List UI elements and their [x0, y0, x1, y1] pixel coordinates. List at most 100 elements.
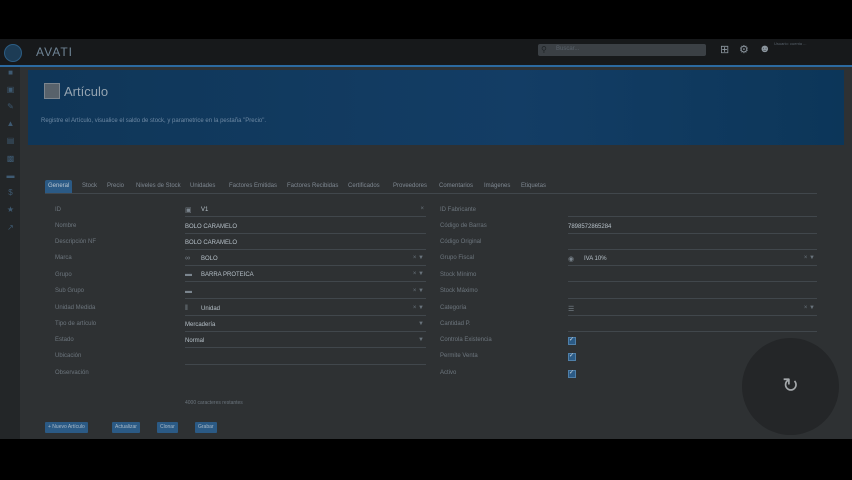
- estado-value: Normal: [185, 338, 205, 344]
- label-codigo-original: Código Original: [440, 239, 482, 245]
- chevron-down-icon[interactable]: × ▼: [413, 255, 424, 261]
- id-value: V1: [201, 207, 209, 213]
- new-article-button[interactable]: + Nuevo Artículo: [45, 422, 88, 433]
- label-activo: Activo: [440, 370, 457, 376]
- controla-existencia-checkbox[interactable]: [568, 336, 576, 345]
- chevron-down-icon[interactable]: ▼: [418, 321, 424, 327]
- user-info[interactable]: Usuario: cuenta ...: [774, 41, 806, 46]
- label-stock-maximo: Stock Máximo: [440, 288, 478, 294]
- page-title: Artículo: [64, 84, 109, 99]
- money-icon[interactable]: ▤: [6, 137, 15, 145]
- chevron-down-icon[interactable]: ▼: [418, 337, 424, 343]
- search-input[interactable]: ⚲ Buscar...: [538, 44, 706, 56]
- gear-icon[interactable]: ⚙: [739, 43, 749, 56]
- tab-certificados[interactable]: Certificados: [348, 180, 380, 193]
- category-icon: ☰: [568, 306, 575, 313]
- chevron-down-icon[interactable]: × ▼: [804, 305, 815, 311]
- tab-divider: [45, 193, 817, 194]
- label-id-fabricante: ID Fabricante: [440, 207, 477, 213]
- descripcion-field[interactable]: BOLO CARAMELO: [185, 238, 426, 250]
- activo-checkbox[interactable]: [568, 369, 576, 378]
- chevron-down-icon[interactable]: × ▼: [804, 255, 815, 261]
- tab-precio[interactable]: Precio: [107, 180, 124, 193]
- tab-niveles-stock[interactable]: Niveles de Stock: [136, 180, 181, 193]
- stock-maximo-field[interactable]: [568, 287, 817, 299]
- dollar-icon[interactable]: $: [6, 189, 15, 197]
- permite-venta-checkbox[interactable]: [568, 352, 576, 361]
- nombre-value: BOLO CARAMELO: [185, 224, 238, 230]
- ruler-icon: ‖: [185, 305, 188, 312]
- ubicacion-field[interactable]: [185, 353, 426, 365]
- folder-icon[interactable]: ▬: [6, 172, 15, 180]
- label-controla-existencia: Controla Existencia: [440, 337, 492, 343]
- codigo-original-field[interactable]: [568, 238, 817, 250]
- unidad-value: Unidad: [201, 306, 221, 312]
- id-fabricante-field[interactable]: [568, 205, 817, 217]
- label-grupo-fiscal: Grupo Fiscal: [440, 255, 475, 261]
- label-sub-grupo: Sub Grupo: [55, 288, 85, 294]
- wrench-icon[interactable]: ✎: [6, 103, 15, 111]
- categoria-select[interactable]: ☰ × ▼: [568, 304, 817, 316]
- chevron-down-icon[interactable]: × ▼: [413, 288, 424, 294]
- article-icon: [44, 83, 60, 99]
- tag-icon: ∞: [185, 255, 190, 262]
- nombre-field[interactable]: BOLO CARAMELO: [185, 222, 426, 234]
- codigo-barras-value: 7898572865284: [568, 224, 612, 230]
- unidad-select[interactable]: ‖ Unidad × ▼: [185, 304, 426, 316]
- refresh-button[interactable]: Actualizar: [112, 422, 140, 433]
- tab-proveedores[interactable]: Proveedores: [393, 180, 427, 193]
- loading-spinner: ↻: [742, 338, 839, 435]
- chart-icon[interactable]: ↗: [6, 224, 15, 232]
- barcode-icon: ▣: [185, 207, 192, 214]
- logo-icon: [4, 44, 22, 62]
- label-observacion: Observación: [55, 370, 89, 376]
- spinner-icon: ↻: [782, 375, 799, 397]
- estado-select[interactable]: Normal ▼: [185, 336, 426, 348]
- tipo-value: Mercadería: [185, 322, 216, 328]
- home-icon[interactable]: ■: [6, 69, 15, 77]
- label-estado: Estado: [55, 337, 74, 343]
- cart-icon[interactable]: ▣: [6, 86, 15, 94]
- grupo-select[interactable]: ▬ BARRA PROTEICA × ▼: [185, 270, 426, 282]
- tab-comentarios[interactable]: Comentarios: [439, 180, 473, 193]
- globe-icon: ◉: [568, 256, 575, 263]
- truck-icon[interactable]: ▲: [6, 120, 15, 128]
- app-window: AVATI ⚲ Buscar... ⊞ ⚙ ☻ Usuario: cuenta …: [0, 39, 852, 439]
- label-cantidad: Cantidad P.: [440, 321, 471, 327]
- tab-factores-emitidas[interactable]: Factores Emitidas: [229, 180, 277, 193]
- clear-icon[interactable]: ×: [420, 206, 424, 212]
- clone-button[interactable]: Clonar: [157, 422, 178, 433]
- save-button[interactable]: Grabar: [195, 422, 217, 433]
- factory-icon[interactable]: ▩: [6, 155, 15, 163]
- stock-minimo-field[interactable]: [568, 270, 817, 282]
- sub-grupo-select[interactable]: ▬ × ▼: [185, 287, 426, 299]
- chars-remaining: 4000 caracteres restantes: [185, 400, 243, 406]
- folder-icon: ▬: [185, 271, 192, 278]
- codigo-barras-field[interactable]: 7898572865284: [568, 222, 817, 234]
- star-icon[interactable]: ★: [6, 206, 15, 214]
- tab-stock[interactable]: Stock: [82, 180, 97, 193]
- search-placeholder: Buscar...: [556, 46, 580, 52]
- tab-imagenes[interactable]: Imágenes: [484, 180, 510, 193]
- label-permite-venta: Permite Venta: [440, 353, 478, 359]
- tipo-select[interactable]: Mercadería ▼: [185, 320, 426, 332]
- chevron-down-icon[interactable]: × ▼: [413, 305, 424, 311]
- label-id: ID: [55, 207, 61, 213]
- label-stock-minimo: Stock Mínimo: [440, 272, 477, 278]
- chevron-down-icon[interactable]: × ▼: [413, 271, 424, 277]
- marca-select[interactable]: ∞ BOLO × ▼: [185, 254, 426, 266]
- tab-general[interactable]: General: [45, 180, 73, 193]
- label-marca: Marca: [55, 255, 72, 261]
- sidebar: ■ ▣ ✎ ▲ ▤ ▩ ▬ $ ★ ↗: [0, 67, 20, 439]
- tab-unidades[interactable]: Unidades: [190, 180, 215, 193]
- grupo-fiscal-select[interactable]: ◉ IVA 10% × ▼: [568, 254, 817, 266]
- cantidad-field[interactable]: [568, 320, 817, 332]
- grid-icon[interactable]: ⊞: [720, 43, 729, 56]
- search-icon: ⚲: [541, 45, 547, 54]
- id-field[interactable]: ▣ V1 ×: [185, 205, 426, 217]
- top-bar: AVATI ⚲ Buscar... ⊞ ⚙ ☻ Usuario: cuenta …: [0, 39, 852, 67]
- folder-icon: ▬: [185, 288, 192, 295]
- tab-factores-recibidas[interactable]: Factores Recibidas: [287, 180, 338, 193]
- user-icon[interactable]: ☻: [759, 43, 771, 55]
- tab-etiquetas[interactable]: Etiquetas: [521, 180, 546, 193]
